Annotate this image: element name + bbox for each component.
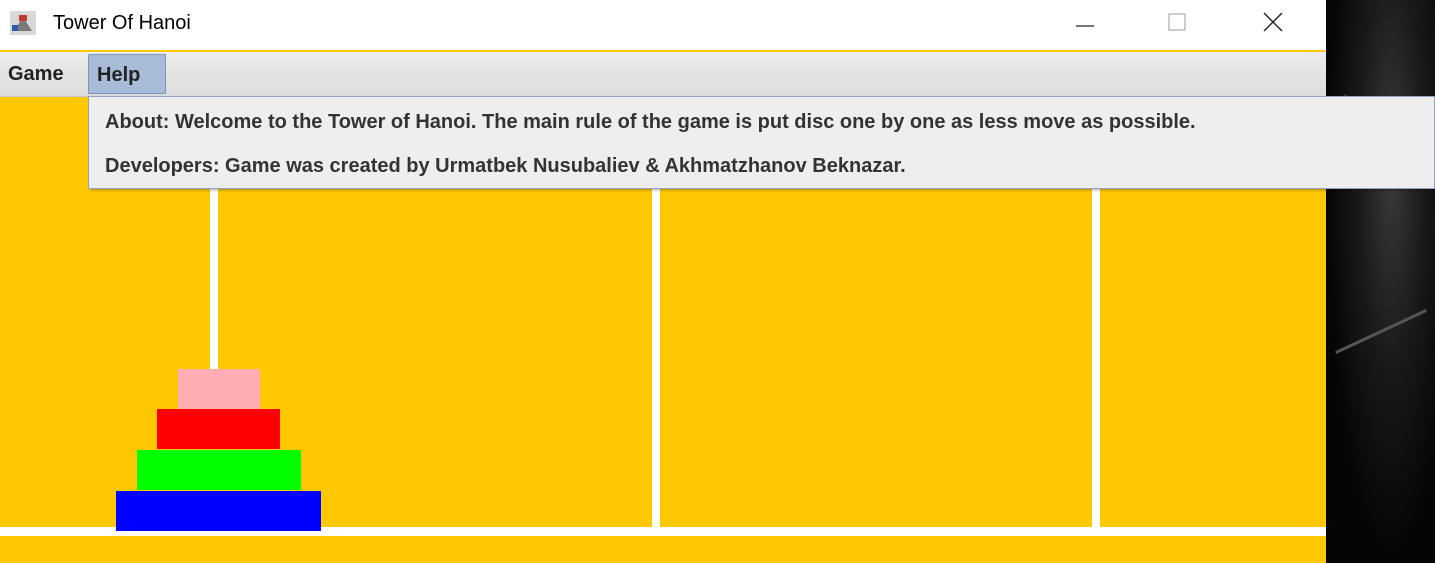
menu-bar: Game Help	[0, 52, 1326, 97]
maximize-icon	[1168, 13, 1186, 31]
disc-4[interactable]	[116, 491, 321, 531]
app-window: Tower Of Hanoi Game Help	[0, 0, 1326, 563]
minimize-button[interactable]	[1062, 0, 1108, 44]
disc-2[interactable]	[157, 409, 280, 449]
minimize-icon	[1076, 25, 1094, 27]
help-dropdown-menu: About: Welcome to the Tower of Hanoi. Th…	[88, 96, 1435, 189]
close-icon	[1263, 12, 1283, 32]
disc-3[interactable]	[137, 450, 301, 490]
window-title: Tower Of Hanoi	[53, 12, 191, 34]
title-bar: Tower Of Hanoi	[0, 0, 1326, 50]
desktop-background	[1326, 0, 1435, 563]
disc-1[interactable]	[178, 369, 260, 409]
close-button[interactable]	[1250, 0, 1296, 44]
menu-help[interactable]: Help	[88, 54, 166, 94]
menu-game[interactable]: Game	[0, 54, 72, 94]
menu-item-developers[interactable]: Developers: Game was created by Urmatbek…	[105, 155, 906, 178]
hanoi-app-icon	[10, 11, 36, 35]
menu-item-about[interactable]: About: Welcome to the Tower of Hanoi. Th…	[105, 111, 1196, 134]
maximize-button[interactable]	[1154, 0, 1200, 44]
